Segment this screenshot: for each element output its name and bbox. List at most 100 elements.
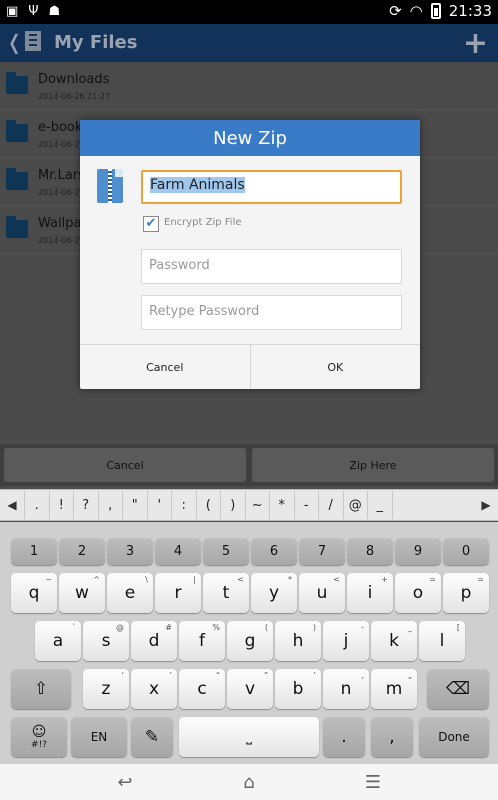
zip-here-button[interactable]: Zip Here — [252, 448, 494, 482]
symbol-key[interactable]: _ — [367, 491, 392, 519]
dialog-cancel-button[interactable]: Cancel — [80, 345, 250, 389]
shift-key[interactable]: ⇧ — [11, 669, 71, 709]
key-f[interactable]: f% — [179, 621, 225, 661]
key-5[interactable]: 5 — [203, 538, 249, 565]
key-6[interactable]: 6 — [251, 538, 297, 565]
handwriting-key[interactable]: ✎ — [131, 717, 173, 757]
encrypt-label: Encrypt Zip File — [164, 217, 242, 228]
period-key[interactable]: . — [323, 717, 365, 757]
add-icon[interactable]: + — [463, 26, 488, 61]
key-u[interactable]: u < — [299, 573, 345, 613]
symbol-key[interactable]: ! — [48, 491, 74, 519]
key-8[interactable]: 8 — [347, 538, 393, 565]
symbol-key[interactable]: - — [293, 491, 319, 519]
file-name: e-book — [38, 120, 83, 135]
key-label: k — [389, 631, 399, 651]
language-key[interactable]: EN — [71, 717, 127, 757]
key-label: l — [439, 631, 445, 651]
key-alt-label: ~ — [45, 575, 52, 584]
files-logo-icon — [25, 31, 41, 51]
status-time: 21:33 — [448, 2, 492, 20]
comma-key[interactable]: , — [371, 717, 413, 757]
key-j[interactable]: j- — [323, 621, 369, 661]
key-3[interactable]: 3 — [107, 538, 153, 565]
key-label: b — [292, 679, 304, 699]
key-label: h — [292, 631, 304, 651]
key-e[interactable]: e \ — [107, 573, 153, 613]
key-w[interactable]: w ^ — [59, 573, 105, 613]
retype-password-input[interactable]: Retype Password — [141, 295, 402, 330]
symbol-key[interactable]: . — [24, 491, 49, 519]
dialog-ok-button[interactable]: OK — [249, 345, 421, 389]
key-i[interactable]: i + — [347, 573, 393, 613]
key-4[interactable]: 4 — [155, 538, 201, 565]
key-7[interactable]: 7 — [299, 538, 345, 565]
key-o[interactable]: o = — [395, 573, 441, 613]
scroll-left-icon[interactable]: ◀ — [0, 490, 24, 520]
android-icon: ☗ — [48, 4, 61, 19]
symbol-key[interactable]: ' — [146, 491, 172, 519]
key-a[interactable]: a ` — [35, 621, 81, 661]
back-icon[interactable]: ↩ — [110, 772, 140, 793]
key-label: u — [316, 583, 328, 603]
key-n[interactable]: n ‚ — [323, 669, 369, 709]
symbol-key[interactable]: / — [318, 491, 343, 519]
key-c[interactable]: c “ — [179, 669, 225, 709]
key-label: q — [28, 583, 40, 603]
key-r[interactable]: r | — [155, 573, 201, 613]
key-b[interactable]: b ‛ — [275, 669, 321, 709]
emoji-key-label: #!? — [31, 740, 47, 750]
file-name: Mr.Lars — [38, 168, 85, 183]
key-q[interactable]: q ~ — [11, 573, 57, 613]
symbol-key[interactable]: , — [97, 491, 123, 519]
symbol-key[interactable]: @ — [342, 491, 368, 519]
key-l[interactable]: l[ — [419, 621, 465, 661]
symbol-key[interactable]: ~ — [244, 491, 270, 519]
zip-name-input[interactable]: Farm Animals — [141, 170, 402, 204]
key-v[interactable]: v” — [227, 669, 273, 709]
key-d[interactable]: d # — [131, 621, 177, 661]
page-title: My Files — [54, 32, 138, 53]
navigation-bar: ↩ ⌂ ☰ — [0, 764, 498, 800]
key-9[interactable]: 9 — [395, 538, 441, 565]
backspace-key[interactable]: ⌫ — [427, 669, 489, 709]
symbol-key[interactable]: : — [171, 491, 196, 519]
key-m[interactable]: m „ — [371, 669, 417, 709]
scroll-right-icon[interactable]: ▶ — [474, 490, 498, 520]
key-alt-label: [ — [456, 623, 460, 632]
symbol-key[interactable]: ? — [73, 491, 98, 519]
symbol-key[interactable]: ) — [220, 491, 245, 519]
key-s[interactable]: s @ — [83, 621, 129, 661]
key-k[interactable]: k _ — [371, 621, 417, 661]
space-key[interactable]: ⎵ — [179, 717, 319, 757]
key-y[interactable]: y * — [251, 573, 297, 613]
key-1[interactable]: 1 — [11, 538, 57, 565]
key-z[interactable]: z ‘ — [83, 669, 129, 709]
key-alt-label: = — [477, 575, 484, 584]
cancel-button[interactable]: Cancel — [4, 448, 246, 482]
encrypt-checkbox[interactable]: ✔ — [143, 216, 159, 232]
file-row-downloads[interactable]: Downloads 2014-06-26 21:27 — [0, 62, 498, 110]
back-chevron-icon[interactable]: ❬ — [6, 30, 23, 54]
key-alt-label: ‛ — [313, 671, 316, 680]
home-icon[interactable]: ⌂ — [234, 772, 264, 793]
emoji-symbol-key[interactable]: ☺ #!? — [11, 717, 67, 757]
key-label: w — [75, 583, 89, 603]
key-label: f — [199, 631, 205, 651]
done-key[interactable]: Done — [419, 717, 489, 757]
symbol-key[interactable]: * — [269, 491, 294, 519]
key-label: a — [52, 631, 64, 651]
key-0[interactable]: 0 — [443, 538, 489, 565]
key-2[interactable]: 2 — [59, 538, 105, 565]
key-alt-label: = — [429, 575, 436, 584]
key-h[interactable]: h) — [275, 621, 321, 661]
key-x[interactable]: x’ — [131, 669, 177, 709]
bottom-action-bar: Cancel Zip Here — [0, 444, 498, 486]
password-input[interactable]: Password — [141, 249, 402, 284]
key-p[interactable]: p = — [443, 573, 489, 613]
menu-icon[interactable]: ☰ — [358, 772, 388, 793]
key-g[interactable]: g( — [227, 621, 273, 661]
symbol-key[interactable]: " — [122, 491, 147, 519]
key-t[interactable]: t < — [203, 573, 249, 613]
symbol-key[interactable]: ( — [195, 491, 221, 519]
